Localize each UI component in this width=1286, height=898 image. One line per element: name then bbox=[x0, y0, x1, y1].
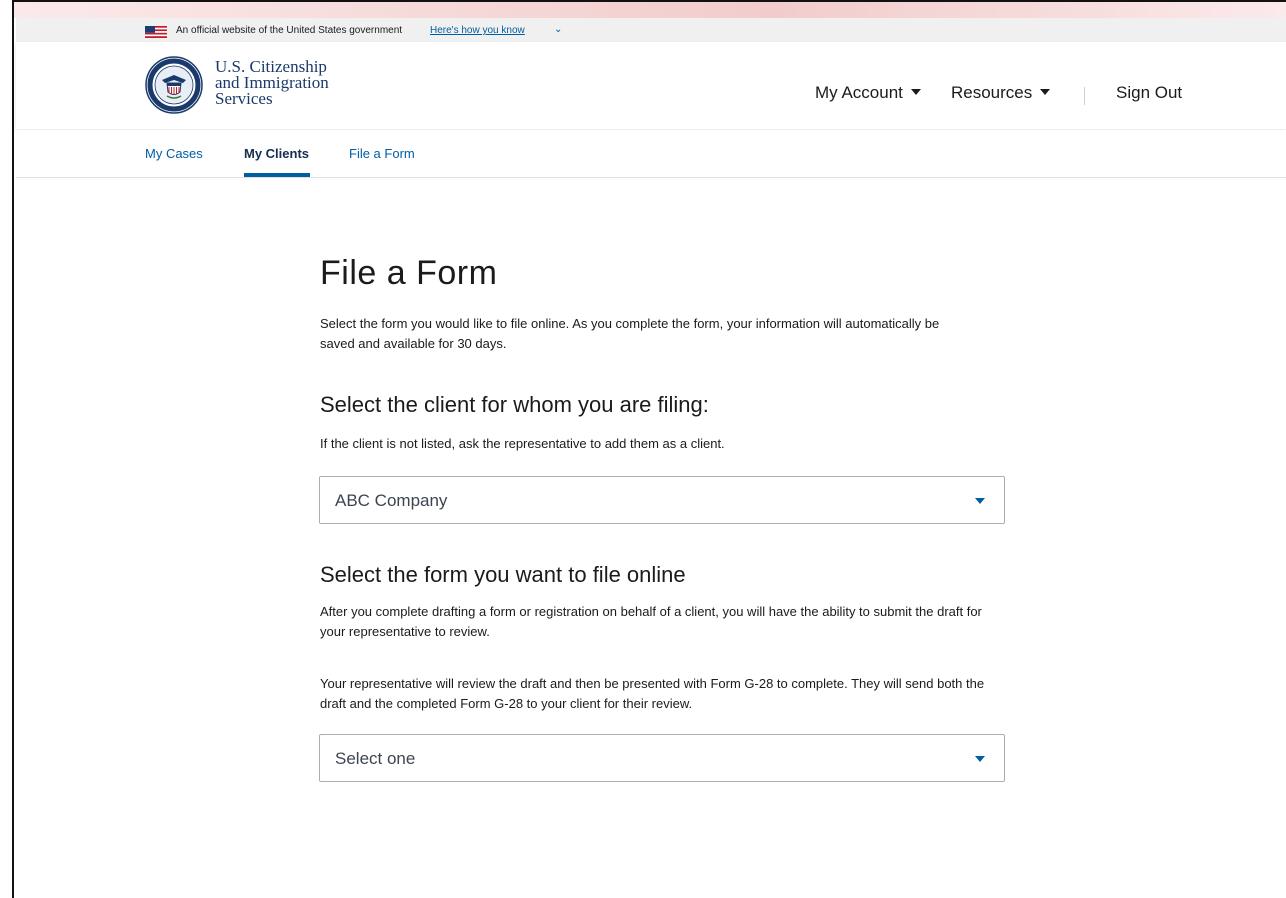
window-border-top bbox=[14, 0, 1286, 2]
form-select[interactable]: Select one bbox=[319, 734, 1005, 782]
chevron-down-icon[interactable]: ⌄ bbox=[554, 24, 562, 35]
caret-down-icon bbox=[975, 756, 985, 762]
caret-down-icon bbox=[1040, 88, 1051, 95]
resources-label: Resources bbox=[951, 83, 1033, 102]
form-select-placeholder: Select one bbox=[335, 749, 416, 768]
tab-file-a-form[interactable]: File a Form bbox=[349, 146, 415, 161]
sub-navigation bbox=[16, 130, 1286, 178]
resources-menu[interactable]: Resources bbox=[951, 83, 1051, 103]
agency-name-line3: Services bbox=[215, 89, 273, 108]
tab-my-cases[interactable]: My Cases bbox=[145, 146, 203, 161]
client-select-value: ABC Company bbox=[335, 491, 448, 510]
page-title: File a Form bbox=[320, 254, 498, 292]
site-header bbox=[16, 42, 1286, 129]
window-border-left bbox=[0, 0, 14, 898]
client-select[interactable]: ABC Company bbox=[319, 476, 1005, 524]
form-section-heading: Select the form you want to file online bbox=[320, 562, 686, 587]
active-tab-indicator bbox=[244, 173, 310, 177]
browser-viewport: An official website of the United States… bbox=[0, 0, 1286, 898]
intro-text: Select the form you would like to file o… bbox=[320, 316, 940, 351]
client-section-heading: Select the client for whom you are filin… bbox=[320, 392, 709, 417]
dhs-seal-icon[interactable] bbox=[145, 56, 203, 114]
form-description-2: Your representative will review the draf… bbox=[320, 676, 985, 711]
us-flag-icon bbox=[145, 26, 167, 38]
my-account-label: My Account bbox=[815, 83, 903, 102]
agency-name[interactable]: U.S. Citizenship and Immigration Service… bbox=[215, 58, 329, 108]
client-help-text: If the client is not listed, ask the rep… bbox=[320, 436, 725, 451]
caret-down-icon bbox=[910, 88, 921, 95]
sign-out-link[interactable]: Sign Out bbox=[1116, 83, 1182, 103]
gov-banner-text: An official website of the United States… bbox=[176, 25, 403, 36]
background-strip bbox=[0, 0, 1286, 18]
tab-my-clients[interactable]: My Clients bbox=[244, 146, 309, 161]
my-account-menu[interactable]: My Account bbox=[815, 83, 921, 103]
how-you-know-link[interactable]: Here's how you know bbox=[430, 25, 525, 36]
form-description-1: After you complete drafting a form or re… bbox=[320, 604, 982, 639]
nav-divider bbox=[1084, 87, 1085, 105]
caret-down-icon bbox=[975, 498, 985, 504]
